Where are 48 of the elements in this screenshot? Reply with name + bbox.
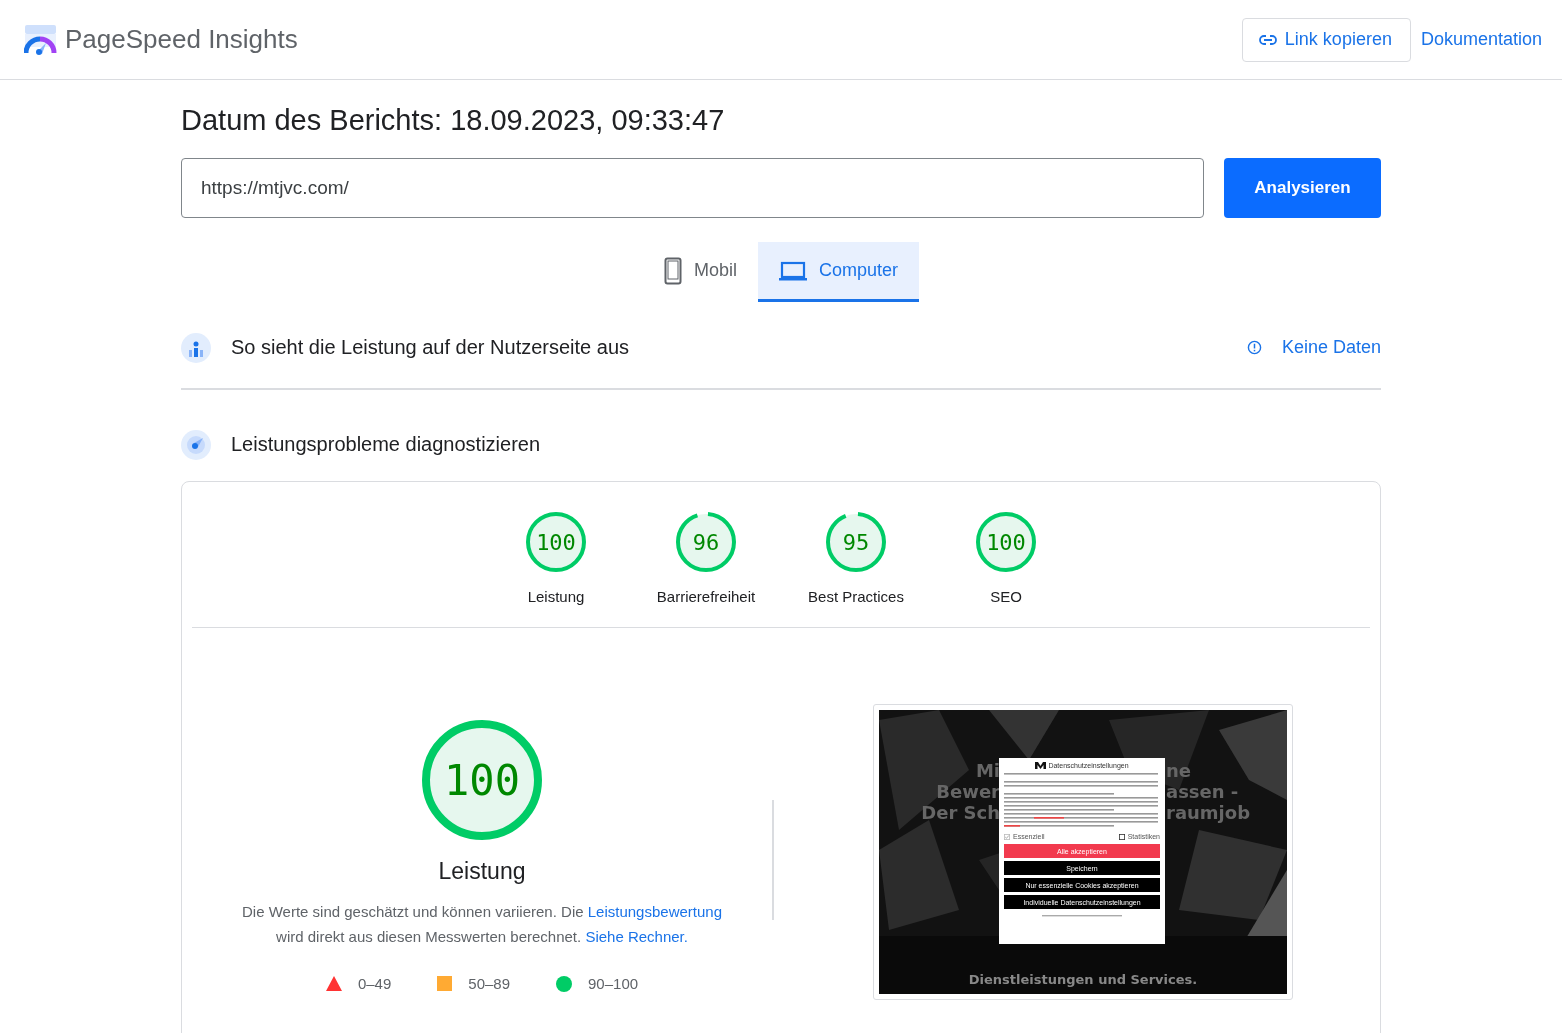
description-link[interactable]: Leistungsbewertung	[587, 903, 722, 920]
headline-text: Mi	[975, 760, 1000, 781]
gauge-icon	[181, 429, 211, 460]
score-label: SEO	[990, 588, 1022, 605]
score-value: 100	[536, 529, 576, 555]
score-label: Best Practices	[808, 588, 904, 605]
score-value: 100	[986, 529, 1026, 555]
url-field[interactable]: https://mtjvc.com/	[181, 158, 1204, 218]
legend-label: 0–49	[357, 975, 392, 992]
link-icon	[1258, 34, 1277, 45]
score-gauge	[826, 512, 886, 572]
score-label: Leistung	[527, 588, 585, 605]
score-value: 95	[842, 529, 870, 555]
score-value: 100	[444, 755, 520, 805]
score-gauge	[676, 512, 736, 572]
device-tab[interactable]: Computer	[758, 242, 919, 302]
phone-icon	[663, 256, 682, 285]
headline-text: ne	[1166, 760, 1192, 781]
headline-text: raumjob	[1166, 802, 1250, 823]
checkbox[interactable]	[1118, 833, 1125, 840]
headline-text: assen -	[1166, 781, 1239, 802]
score-description: Die Werte sind geschätzt und können variieren. Die Leistungsbewertung wird direkt aus diesen Messwerten berechnet. Siehe Rechner.	[241, 902, 723, 947]
device-tab[interactable]: Mobil	[642, 242, 758, 302]
checkbox[interactable]	[1004, 833, 1010, 840]
app-title: PageSpeed Insights	[65, 24, 298, 55]
legend-label: 90–100	[588, 975, 639, 992]
score-value: 96	[692, 529, 720, 555]
score-label: Barrierefreiheit	[656, 588, 756, 605]
headline-text: Bewer	[936, 781, 1000, 802]
no-data-label: Keine Daten	[1281, 337, 1381, 358]
info-icon	[1246, 340, 1262, 355]
report-date: Datum des Berichts: 18.09.2023, 09:33:47	[181, 104, 726, 137]
analyze-button[interactable]: Analysieren	[1224, 158, 1381, 218]
section-title: So sieht die Leistung auf der Nutzerseite aus	[231, 336, 630, 359]
laptop-icon	[779, 260, 807, 281]
logo-icon	[1035, 762, 1047, 769]
legend-label: 50–89	[468, 975, 510, 992]
copy-link-button[interactable]: Link kopieren	[1241, 17, 1411, 62]
score-gauge	[526, 512, 586, 572]
headline-text: Der Sch	[921, 802, 1000, 823]
score-gauge	[976, 512, 1036, 572]
score-title: Leistung	[438, 858, 526, 885]
users-icon	[181, 332, 211, 363]
section-title: Leistungsprobleme diagnostizieren	[231, 433, 541, 456]
description-link[interactable]: Siehe Rechner.	[585, 928, 688, 945]
documentation-link[interactable]: Dokumentation	[1420, 29, 1542, 50]
speedometer-icon	[24, 24, 57, 55]
section-heading: Dienstleistungen und Services.	[967, 972, 1199, 987]
